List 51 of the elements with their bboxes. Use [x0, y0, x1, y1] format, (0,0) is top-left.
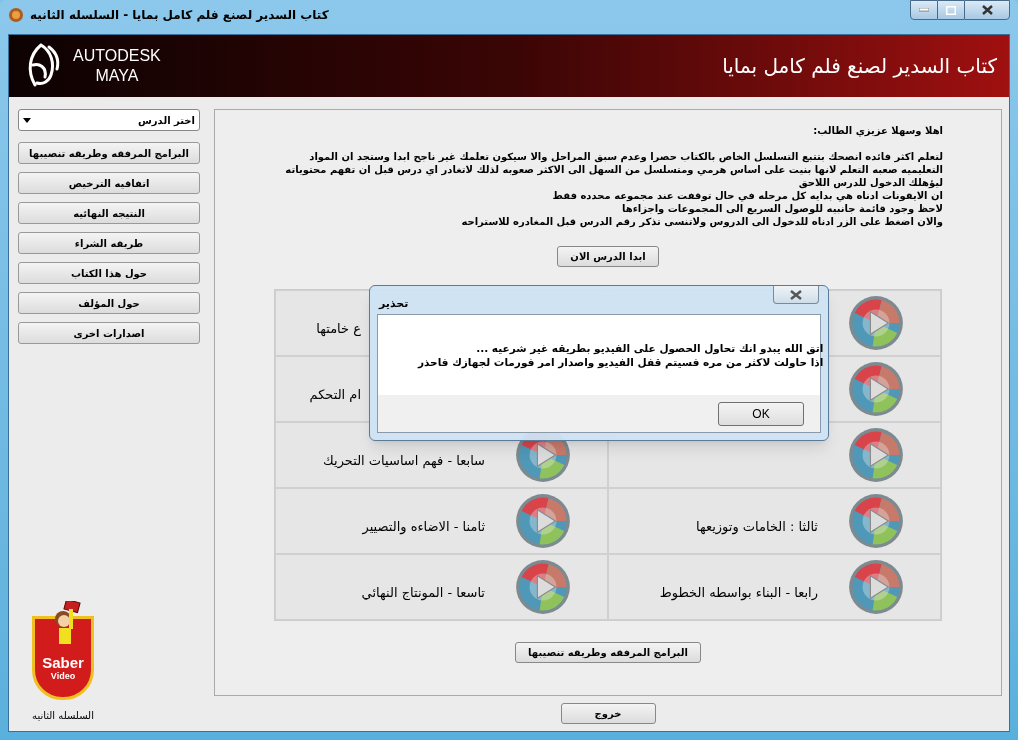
- lesson-title: ثامنا - الاضاءه والتصيير: [362, 518, 485, 537]
- dialog-message: اذا حاولت لاكثر من مره فسيتم قفل الفيديو واصدار امر فورمات لجهازك فاحذر: [418, 355, 824, 369]
- dialog-title: تحذير: [379, 296, 409, 312]
- lesson-title: ثالثا : الخامات وتوزيعها: [695, 518, 818, 537]
- play-icon[interactable]: [848, 295, 904, 351]
- brand-text: AUTODESK: [73, 46, 161, 66]
- sidebar-button[interactable]: اصدارات اخرى: [18, 322, 200, 344]
- play-icon[interactable]: [515, 559, 571, 615]
- logo-text: Video: [50, 671, 76, 681]
- exit-button[interactable]: خروج: [560, 703, 656, 724]
- play-icon[interactable]: [848, 427, 904, 483]
- intro-text: لتعلم اكثر فائده انصحك بتتبع التسلسل الخاص بالكتاب حصرا وعدم سبق المراحل والا سيكون تعلمك غير ناجح ابدا وستجد ان المواد التعليميه صعبه التعلم لانها بنيت على اساس هرمي ومتسلسل من السهل الى الاكثر صعوبه لذلك لاتغادر اي درس قبل ان تفهم محتوياته ليؤهلك الدخول للدرس اللاحق: [284, 150, 943, 189]
- play-icon[interactable]: [848, 493, 904, 549]
- programs-button[interactable]: البرامج المرفقه وطريقه تنصيبها: [515, 642, 701, 663]
- play-icon[interactable]: [848, 559, 904, 615]
- play-icon[interactable]: [848, 361, 904, 417]
- close-icon: [981, 5, 993, 15]
- lesson-title: تاسعا - المونتاج النهائي: [361, 584, 485, 603]
- lesson-title: ام التحكم: [309, 386, 361, 405]
- brand-text: MAYA: [95, 66, 139, 86]
- lesson-title: سابعا - فهم اساسيات التحريك: [323, 452, 485, 471]
- lesson-title: رابعا - البناء بواسطه الخطوط: [659, 584, 818, 603]
- sidebar-button[interactable]: حول المؤلف: [18, 292, 200, 314]
- greeting-text: اهلا وسهلا عزيزي الطالب:: [812, 124, 943, 137]
- sidebar-button[interactable]: اتفاقيه الترخيص: [18, 172, 200, 194]
- minimize-icon: [919, 8, 929, 12]
- sidebar-button[interactable]: طريقه الشراء: [18, 232, 200, 254]
- logo-text: Saber: [42, 655, 84, 671]
- close-icon: [790, 289, 802, 300]
- ok-button[interactable]: OK: [718, 401, 804, 426]
- close-button[interactable]: [964, 0, 1010, 20]
- intro-text: ان الايقونات ادناه هي بدايه كل مرحله في حال توقفت عند مجموعه محدده فقط: [551, 189, 943, 202]
- lesson-title: ع خامتها: [316, 320, 361, 339]
- banner-title: كتاب السدير لصنع فلم كامل بمايا: [722, 53, 997, 80]
- minimize-button[interactable]: [910, 0, 938, 20]
- maximize-icon: [946, 5, 956, 15]
- sidebar-button[interactable]: البرامج المرفقه وطريقه تنصيبها: [18, 142, 200, 164]
- logo-caption: السلسله الثانيه: [32, 709, 94, 723]
- dialog-message: اتق الله يبدو انك تحاول الحصول على الفيديو بطريقه غير شرعيه ...: [475, 341, 824, 355]
- app-icon: [8, 7, 24, 23]
- caret-icon: [23, 117, 31, 123]
- intro-text: والان اضغط على الزر ادناه للدخول الى الدروس ولاتنسى تذكر رقم الدرس قبل المغادره للاستراحه: [460, 215, 943, 228]
- maximize-button[interactable]: [938, 0, 964, 20]
- sidebar-button[interactable]: حول هذا الكتاب: [18, 262, 200, 284]
- window-title: كتاب السدير لصنع فلم كامل بمايا - السلسله الثانيه: [30, 7, 329, 24]
- lesson-dropdown[interactable]: اختر الدرس: [18, 109, 200, 131]
- start-button[interactable]: ابدا الدرس الان: [557, 246, 659, 267]
- intro-text: لاحظ وجود قائمة جانبيه للوصول السريع الى المجموعات واجزاءها: [621, 202, 943, 215]
- play-icon[interactable]: [515, 493, 571, 549]
- close-button[interactable]: [773, 286, 819, 304]
- sidebar-button[interactable]: النتيجه النهائيه: [18, 202, 200, 224]
